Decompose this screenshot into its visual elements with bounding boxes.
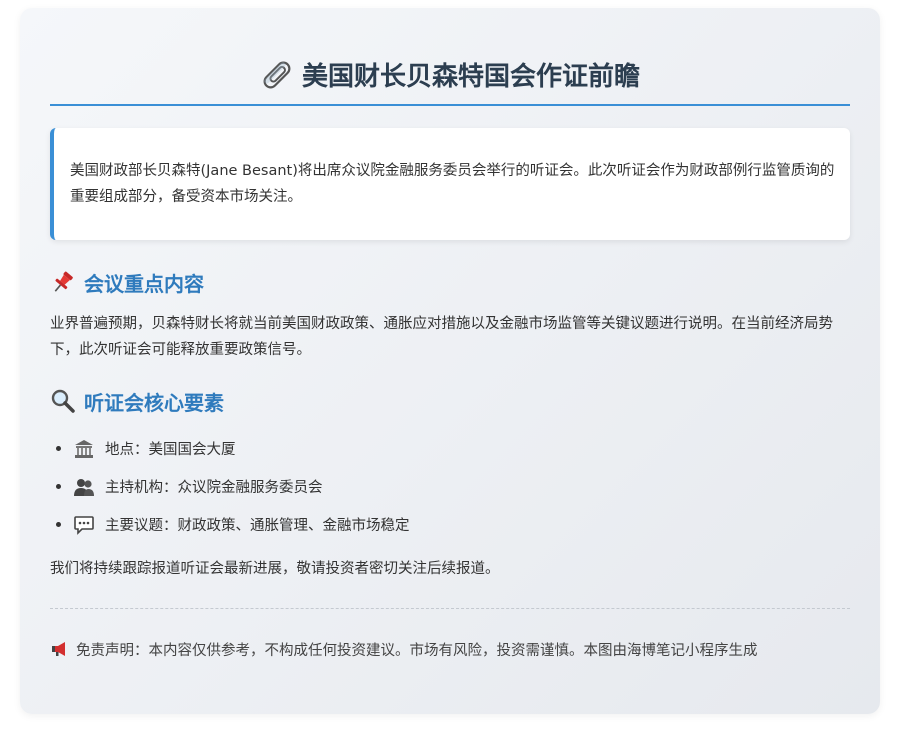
- disclaimer-text: 免责声明：本内容仅供参考，不构成任何投资建议。市场有风险，投资需谨慎。本图由海博…: [76, 642, 758, 659]
- section1-title: 会议重点内容: [84, 271, 204, 296]
- article-card: 美国财长贝森特国会作证前瞻 美国财政部长贝森特(Jane Besant)将出席众…: [20, 8, 880, 714]
- magnifier-icon: [51, 389, 75, 413]
- intro-box: 美国财政部长贝森特(Jane Besant)将出席众议院金融服务委员会举行的听证…: [50, 127, 850, 240]
- list-item: 主要议题：财政政策、通胀管理、金融市场稳定: [50, 506, 850, 544]
- host-text: 主持机构：众议院金融服务委员会: [105, 480, 323, 496]
- list-item: 主持机构：众议院金融服务委员会: [50, 468, 850, 506]
- disclaimer: 免责声明：本内容仅供参考，不构成任何投资建议。市场有风险，投资需谨慎。本图由海博…: [50, 639, 850, 660]
- section-heading-key-points: 会议重点内容: [50, 268, 850, 297]
- pushpin-icon: [54, 271, 73, 292]
- page-title: 美国财长贝森特国会作证前瞻: [260, 56, 640, 93]
- list-item: 地点：美国国会大厦: [50, 430, 850, 468]
- megaphone-icon: [52, 642, 65, 656]
- dashed-divider: [50, 607, 850, 609]
- bullet: [56, 446, 61, 451]
- title-row: 美国财长贝森特国会作证前瞻: [50, 56, 850, 106]
- title-text: 美国财长贝森特国会作证前瞻: [301, 62, 640, 92]
- closing-paragraph: 我们将持续跟踪报道听证会最新进展，敬请投资者密切关注后续报道。: [50, 560, 500, 577]
- topics-text: 主要议题：财政政策、通胀管理、金融市场稳定: [105, 518, 410, 534]
- location-text: 地点：美国国会大厦: [105, 442, 236, 458]
- section-heading-core-elements: 听证会核心要素: [50, 387, 850, 416]
- section1-paragraph: 业界普遍预期，贝森特财长将就当前美国财政政策、通胀应对措施以及金融市场监管等关键…: [50, 315, 833, 358]
- speech-bubble-icon: [74, 515, 94, 535]
- bullet: [56, 522, 61, 527]
- people-icon: [74, 478, 94, 496]
- bullet: [56, 484, 61, 489]
- capitol-icon: [75, 439, 93, 458]
- section2-title: 听证会核心要素: [84, 390, 224, 415]
- core-elements-list: 地点：美国国会大厦 主持机构：众议院金融服务委员会 主要议题：财政政策、通胀管理…: [50, 430, 850, 544]
- paperclip-icon: [263, 61, 291, 88]
